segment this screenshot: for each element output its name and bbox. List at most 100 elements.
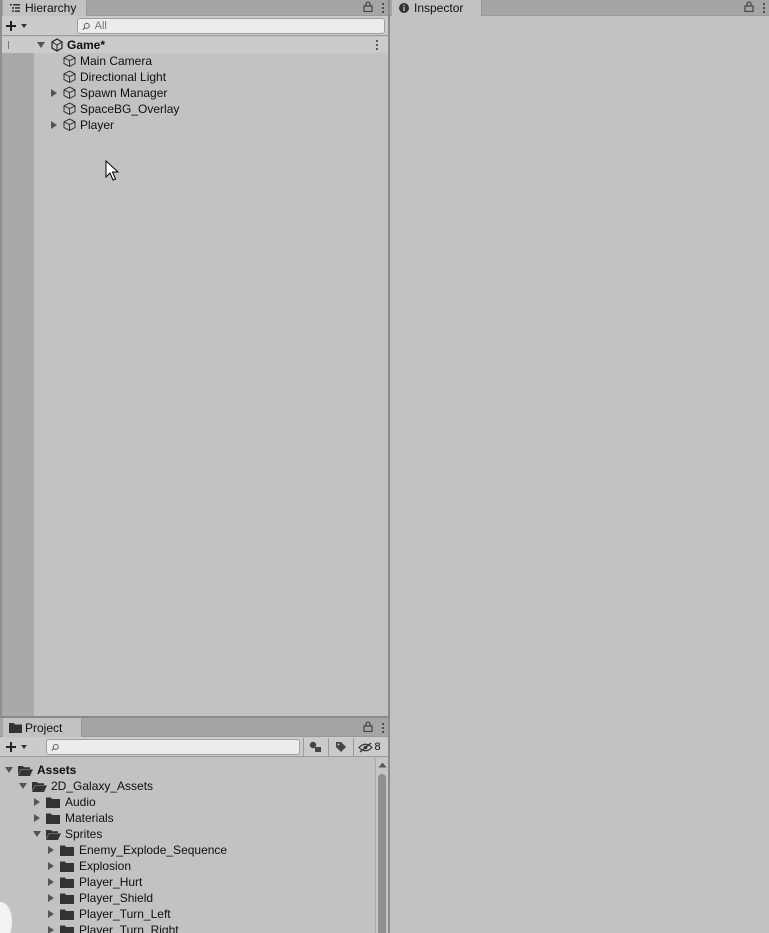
folder-open-icon	[18, 765, 33, 779]
project-tree-item-label: Player_Shield	[79, 891, 154, 905]
hierarchy-item[interactable]: Directional Light	[2, 69, 388, 85]
expand-arrow-icon[interactable]	[51, 121, 57, 129]
project-search[interactable]	[46, 739, 300, 755]
list-icon	[9, 2, 21, 14]
expand-arrow-icon[interactable]	[48, 862, 54, 870]
project-tabbar: Project	[0, 718, 388, 737]
hierarchy-item[interactable]: Player	[2, 117, 388, 133]
project-tree-item-label: Assets	[37, 763, 77, 777]
expand-arrow-icon[interactable]	[48, 846, 54, 854]
expand-arrow-icon[interactable]	[48, 878, 54, 886]
hierarchy-tabbar: Hierarchy	[0, 0, 388, 16]
tab-hierarchy-label: Hierarchy	[25, 1, 77, 15]
hierarchy-item-label: SpaceBG_Overlay	[80, 102, 180, 116]
project-tree-item[interactable]: Explosion	[0, 858, 374, 874]
tab-project[interactable]: Project	[3, 718, 82, 737]
eye-hidden-icon	[358, 741, 374, 753]
expand-arrow-icon[interactable]	[48, 910, 54, 918]
folder-icon	[46, 813, 60, 827]
tab-hierarchy[interactable]: Hierarchy	[3, 0, 87, 16]
lock-icon[interactable]	[744, 1, 754, 15]
project-tree-item-label: Enemy_Explode_Sequence	[79, 843, 228, 857]
tab-inspector[interactable]: Inspector	[392, 0, 482, 16]
scene-row[interactable]: Game*	[2, 37, 388, 53]
project-tree-item[interactable]: Player_Turn_Right	[0, 922, 374, 933]
hierarchy-toolbar	[0, 16, 388, 36]
gameobject-cube-icon	[63, 70, 76, 83]
expand-arrow-icon[interactable]	[19, 783, 27, 789]
expand-arrow-icon[interactable]	[37, 42, 45, 48]
hierarchy-search-input[interactable]	[94, 20, 384, 32]
scene-more-icon[interactable]	[375, 40, 378, 50]
project-panel: Project 8 Assets 2D_Galaxy_Assets Audio …	[0, 718, 388, 933]
project-tree-item[interactable]: Sprites	[0, 826, 374, 842]
hierarchy-item-label: Spawn Manager	[80, 86, 168, 100]
mouse-cursor-icon	[105, 159, 120, 185]
project-tree-item[interactable]: Player_Turn_Left	[0, 906, 374, 922]
project-tree-item-label: Audio	[65, 795, 96, 809]
gameobject-cube-icon	[63, 54, 76, 67]
search-by-label-button[interactable]	[328, 738, 352, 756]
inspector-panel: Inspector	[390, 0, 769, 933]
gameobject-cube-icon	[63, 118, 76, 131]
scroll-up-arrow-icon[interactable]	[378, 762, 387, 768]
hierarchy-item[interactable]: Spawn Manager	[2, 85, 388, 101]
project-tree-item-label: Player_Turn_Left	[79, 907, 171, 921]
search-icon	[51, 743, 59, 751]
project-tree-item[interactable]: 2D_Galaxy_Assets	[0, 778, 374, 794]
project-tree-item-label: Player_Hurt	[79, 875, 143, 889]
project-tree-item[interactable]: Assets	[0, 762, 374, 778]
hierarchy-item-label: Main Camera	[80, 54, 153, 68]
expand-arrow-icon[interactable]	[34, 814, 40, 822]
lock-icon[interactable]	[363, 720, 373, 735]
create-button[interactable]	[6, 17, 36, 35]
project-tree-item[interactable]: Enemy_Explode_Sequence	[0, 842, 374, 858]
hierarchy-item-label: Player	[80, 118, 115, 132]
project-scrollbar[interactable]	[375, 758, 388, 933]
expand-arrow-icon[interactable]	[33, 831, 41, 837]
plus-dropdown-icon	[6, 742, 27, 752]
project-search-input[interactable]	[63, 741, 299, 753]
folder-icon	[60, 909, 74, 923]
inspector-tabbar: Inspector	[390, 0, 769, 16]
hierarchy-panel: Hierarchy Game* Main Camera Directional L…	[0, 0, 388, 716]
scene-name: Game*	[67, 38, 106, 52]
project-tree-item[interactable]: Materials	[0, 810, 374, 826]
hierarchy-search[interactable]	[77, 18, 385, 34]
folder-icon	[60, 861, 74, 875]
expand-arrow-icon[interactable]	[48, 926, 54, 933]
project-toolbar: 8	[0, 737, 388, 757]
folder-icon	[46, 797, 60, 811]
more-options-icon[interactable]	[381, 3, 384, 13]
tab-inspector-label: Inspector	[414, 1, 464, 15]
hierarchy-item[interactable]: Main Camera	[2, 53, 388, 69]
folder-icon	[60, 925, 74, 933]
expand-arrow-icon[interactable]	[51, 89, 57, 97]
project-tree-item[interactable]: Player_Hurt	[0, 874, 374, 890]
project-tree-item-label: Explosion	[79, 859, 132, 873]
search-icon	[82, 22, 90, 30]
shapes-filter-icon	[309, 741, 321, 752]
hidden-packages-button[interactable]: 8	[353, 738, 385, 756]
create-asset-button[interactable]	[6, 738, 36, 756]
hierarchy-item[interactable]: SpaceBG_Overlay	[2, 101, 388, 117]
expand-arrow-icon[interactable]	[48, 894, 54, 902]
info-icon	[398, 2, 410, 14]
plus-dropdown-icon	[6, 21, 27, 31]
tab-project-label: Project	[25, 720, 63, 735]
project-tree-item[interactable]: Audio	[0, 794, 374, 810]
folder-icon	[60, 877, 74, 891]
project-tree-item-label: Sprites	[65, 827, 103, 841]
more-options-icon[interactable]	[381, 722, 384, 733]
lock-icon[interactable]	[363, 1, 373, 15]
gameobject-cube-icon	[63, 86, 76, 99]
folder-icon	[9, 722, 22, 734]
expand-arrow-icon[interactable]	[5, 767, 13, 773]
folder-icon	[60, 893, 74, 907]
project-scrollbar-thumb[interactable]	[378, 774, 386, 933]
project-tree-item[interactable]: Player_Shield	[0, 890, 374, 906]
search-by-type-button[interactable]	[303, 738, 327, 756]
project-tree-item-label: 2D_Galaxy_Assets	[51, 779, 154, 793]
expand-arrow-icon[interactable]	[34, 798, 40, 806]
more-options-icon[interactable]	[762, 3, 765, 13]
